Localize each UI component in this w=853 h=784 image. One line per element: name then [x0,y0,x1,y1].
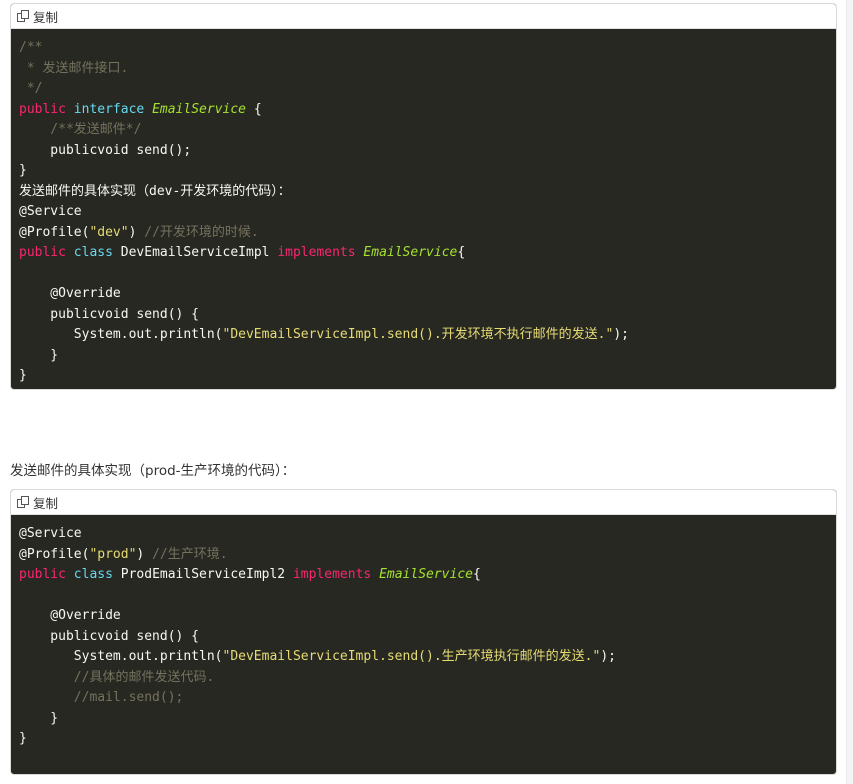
prose-paragraph: 发送邮件的具体实现（prod-生产环境的代码）： [10,463,296,479]
code-block-interface: 复制 /** * 发送邮件接口. */ public interface Emai… [10,3,837,390]
code-keyword: class [73,245,113,260]
code-keyword: implements [277,245,356,260]
code-line: public class DevEmailServiceImpl impleme… [19,243,836,264]
code-keyword: public [19,101,66,117]
code-toolbar: 复制 [11,4,836,29]
copy-label: 复制 [33,9,59,25]
code-comment: //生产环境. [152,546,228,562]
code-block-prod-impl: 复制 @Service @Profile("prod") //生产环境. publi… [10,489,837,775]
code-line: publicvoid send() { [19,306,200,322]
code-line: @Service [19,204,82,219]
code-line: @Profile("prod") //生产环境. [19,545,836,566]
code-keyword: implements [292,567,372,582]
code-line: publicvoid send(); [19,142,192,158]
code-line: @Override [19,286,121,301]
code-string: "dev" [89,224,129,240]
code-text: @Profile( [19,224,90,240]
code-keyword: public [19,567,66,582]
code-string: "DevEmailServiceImpl.send().生产环境执行邮件的发送.… [222,649,601,664]
code-line: //mail.send(); [19,690,184,705]
code-text: ) [128,224,145,240]
code-line: System.out.println("DevEmailServiceImpl.… [19,325,836,346]
code-text: { [246,101,262,117]
copy-icon [17,9,30,23]
code-line: publicvoid send() { [19,628,200,644]
code-line: /**发送邮件*/ [19,122,142,137]
code-text: ); [600,649,616,664]
code-text: ) [136,546,153,562]
code-line: @Service [19,526,82,541]
code-line: * 发送邮件接口. [19,60,129,76]
code-line: } [19,163,27,178]
code-line: 发送邮件的具体实现（dev-开发环境的代码）： [19,183,291,199]
code-line: } [19,710,59,726]
code-keyword: class [73,567,113,582]
code-string: "DevEmailServiceImpl.send().开发环境不执行邮件的发送… [222,327,614,342]
code-keyword: interface [73,101,145,117]
code-line: } [19,347,59,363]
code-line: public interface EmailService { [19,100,836,121]
copy-button[interactable]: 复制 [17,7,58,26]
code-keyword: public [19,245,66,260]
code-text: System.out.println( [19,327,223,342]
code-text: ); [613,327,629,342]
code-text: DevEmailServiceImpl [112,245,278,260]
code-text: ProdEmailServiceImpl2 [112,567,293,582]
code-line: } [19,731,27,746]
copy-button[interactable]: 复制 [17,493,58,512]
code-text: { [472,567,481,582]
code-comment: //开发环境的时候. [144,224,259,240]
code-line: @Profile("dev") //开发环境的时候. [19,223,836,244]
code-line: System.out.println("DevEmailServiceImpl.… [19,647,836,668]
code-line: } [19,368,27,383]
code-type: EmailService [152,101,246,117]
code-toolbar: 复制 [11,490,836,515]
code-line: //具体的邮件发送代码. [19,669,215,685]
code-line: public class ProdEmailServiceImpl2 imple… [19,565,836,586]
code-line: @Override [19,608,121,623]
code-text: @Profile( [19,546,90,562]
code-line: */ [19,81,43,96]
copy-label: 复制 [33,495,59,511]
code-text: System.out.println( [19,649,223,664]
code-string: "prod" [89,546,137,562]
code-content: /** * 发送邮件接口. */ public interface EmailSe… [11,29,836,387]
code-text: { [457,245,466,260]
page-scrollbar[interactable] [846,0,853,784]
code-content: @Service @Profile("prod") //生产环境. public c… [11,515,836,750]
copy-icon [17,495,30,509]
code-type: EmailService [379,567,473,582]
code-type: EmailService [363,245,458,260]
code-line: /** [19,40,43,55]
